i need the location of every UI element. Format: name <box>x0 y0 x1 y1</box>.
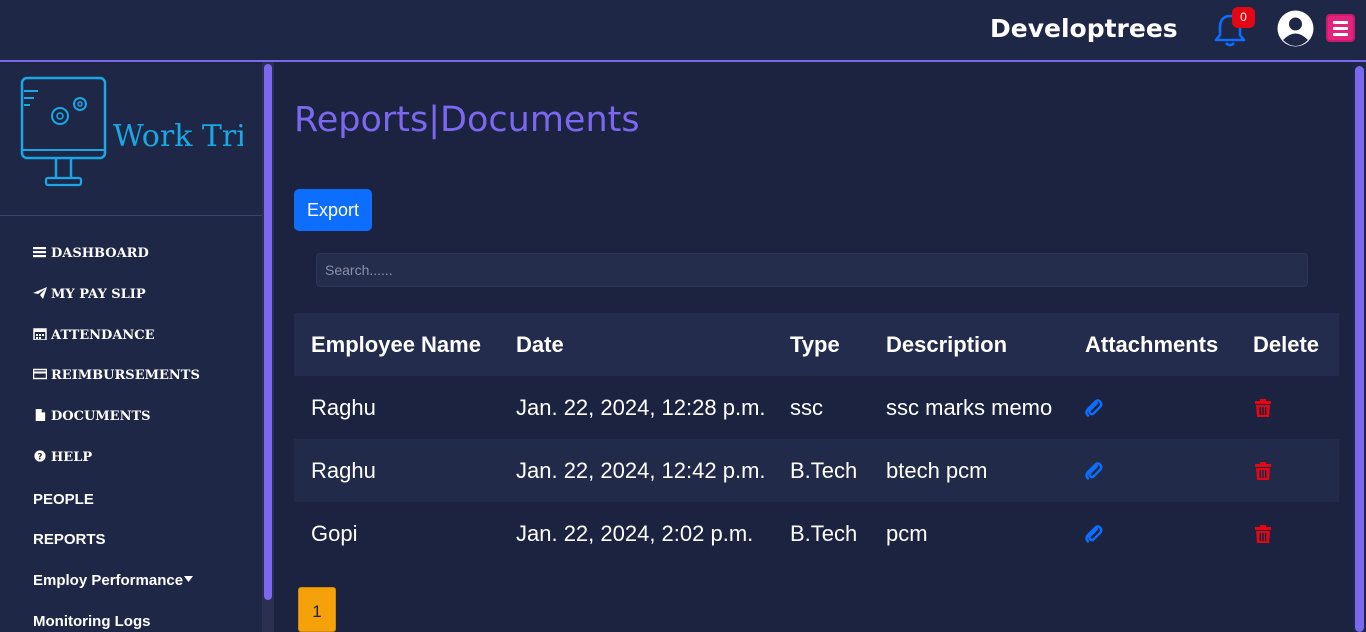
table-row: Gopi Jan. 22, 2024, 2:02 p.m. B.Tech pcm <box>294 502 1339 565</box>
sidebar-item-people[interactable]: PEOPLE <box>33 491 94 508</box>
date-cell: Jan. 22, 2024, 2:02 p.m. <box>516 521 754 546</box>
type-cell: B.Tech <box>790 458 858 483</box>
paperclip-icon[interactable] <box>1084 461 1104 481</box>
paperclip-icon[interactable] <box>1084 398 1104 418</box>
employee-name-cell: Gopi <box>311 521 358 546</box>
column-header-delete[interactable]: Delete <box>1253 313 1319 376</box>
sidebar-item-monitoring-logs[interactable]: Monitoring Logs <box>33 613 150 630</box>
column-header-employee-name[interactable]: Employee Name <box>311 313 481 376</box>
svg-text:?: ? <box>38 452 43 462</box>
sidebar-item-dashboard[interactable]: DASHBOARD <box>33 246 149 261</box>
logo[interactable]: Work Tried <box>18 76 243 190</box>
user-avatar-icon[interactable] <box>1277 10 1314 47</box>
page-scrollbar[interactable] <box>1353 62 1366 632</box>
column-header-description[interactable]: Description <box>886 313 1007 376</box>
trash-icon[interactable] <box>1253 398 1273 418</box>
sidebar: Work Tried DASHBOARD MY PAY SLIP ATTENDA… <box>0 64 262 632</box>
column-header-attachments[interactable]: Attachments <box>1085 313 1218 376</box>
sidebar-item-employ-performance[interactable]: Employ Performance <box>33 572 194 589</box>
employee-name-cell: Raghu <box>311 458 376 483</box>
menu-toggle-button[interactable] <box>1326 14 1355 42</box>
sidebar-item-attendance[interactable]: ATTENDANCE <box>33 328 155 343</box>
type-cell: B.Tech <box>790 521 858 546</box>
bars-icon <box>33 247 46 258</box>
caret-down-icon <box>184 576 194 582</box>
table-row: Raghu Jan. 22, 2024, 12:42 p.m. B.Tech b… <box>294 439 1339 502</box>
page-scrollbar-thumb[interactable] <box>1355 66 1364 632</box>
trash-icon[interactable] <box>1253 524 1273 544</box>
credit-card-icon <box>33 368 47 380</box>
logo-text: Work Tried <box>113 119 243 154</box>
employee-name-cell: Raghu <box>311 395 376 420</box>
sidebar-item-reimbursements[interactable]: REIMBURSEMENTS <box>33 368 200 383</box>
description-cell: ssc marks memo <box>886 395 1053 420</box>
sidebar-scrollbar[interactable] <box>262 62 274 632</box>
trash-icon[interactable] <box>1253 461 1273 481</box>
sidebar-scrollbar-thumb[interactable] <box>264 64 272 600</box>
paperclip-icon[interactable] <box>1084 524 1104 544</box>
question-circle-icon: ? <box>34 450 46 462</box>
column-header-type[interactable]: Type <box>790 313 840 376</box>
sidebar-item-reports[interactable]: REPORTS <box>33 531 106 548</box>
sidebar-item-help[interactable]: ? HELP <box>33 450 92 465</box>
description-cell: pcm <box>886 521 928 546</box>
description-cell: btech pcm <box>886 458 988 483</box>
export-button[interactable]: Export <box>294 189 372 231</box>
file-icon <box>35 409 46 421</box>
pagination-page-1[interactable]: 1 <box>298 587 336 632</box>
date-cell: Jan. 22, 2024, 12:28 p.m. <box>516 395 766 420</box>
type-cell: ssc <box>790 395 823 420</box>
sidebar-item-my-pay-slip[interactable]: MY PAY SLIP <box>33 287 146 302</box>
table-row: Raghu Jan. 22, 2024, 12:28 p.m. ssc ssc … <box>294 376 1339 439</box>
sidebar-divider <box>0 215 262 216</box>
sidebar-item-documents[interactable]: DOCUMENTS <box>33 409 151 424</box>
date-cell: Jan. 22, 2024, 12:42 p.m. <box>516 458 766 483</box>
brand-name[interactable]: Developtrees <box>990 14 1178 43</box>
page-title: Reports|Documents <box>294 100 640 140</box>
paper-plane-icon <box>33 287 47 299</box>
search-input[interactable] <box>316 253 1308 287</box>
calendar-icon <box>33 328 47 340</box>
top-navbar: Developtrees 0 <box>0 0 1366 62</box>
table-header-row: Employee Name Date Type Description Atta… <box>294 313 1339 376</box>
column-header-date[interactable]: Date <box>516 313 564 376</box>
notification-badge: 0 <box>1232 7 1255 28</box>
